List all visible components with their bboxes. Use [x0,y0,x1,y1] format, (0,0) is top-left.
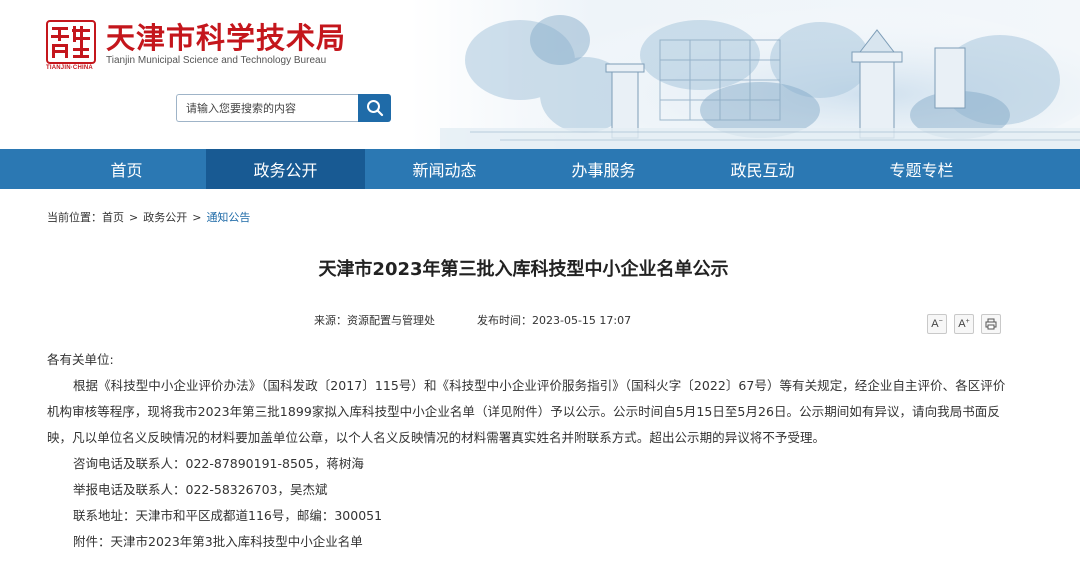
nav-item-special-topics[interactable]: 专题专栏 [842,149,1001,189]
nav-item-news[interactable]: 新闻动态 [365,149,524,189]
breadcrumb-notices[interactable]: 通知公告 [206,209,250,225]
article-title: 天津市2023年第三批入库科技型中小企业名单公示 [318,259,729,280]
article-source: 来源：资源配置与管理处 [314,314,435,327]
breadcrumb-prefix: 当前位置： [47,211,102,224]
site-subtitle: Tianjin Municipal Science and Technology… [106,55,327,66]
print-button[interactable] [981,314,1001,334]
breadcrumb-government-affairs[interactable]: 政务公开 [143,209,187,225]
search-box [176,94,391,122]
nav-item-services[interactable]: 办事服务 [524,149,683,189]
breadcrumb-separator: > [129,210,139,224]
breadcrumb-home[interactable]: 首页 [102,209,124,225]
font-decrease-button[interactable]: A − [927,314,947,334]
search-input[interactable] [176,94,358,122]
search-icon [366,100,383,117]
main-nav: 首页 政务公开 新闻动态 办事服务 政民互动 专题专栏 [0,149,1080,189]
contact-address: 联系地址：天津市和平区成都道116号，邮编：300051 [73,508,383,523]
font-increase-button[interactable]: A + [954,314,974,334]
article-published-time: 发布时间：2023-05-15 17:07 [477,314,632,327]
nav-item-home[interactable]: 首页 [47,149,206,189]
attachment-link[interactable]: 附件：天津市2023年第3批入库科技型中小企业名单 [47,529,1007,555]
nav-item-interaction[interactable]: 政民互动 [683,149,842,189]
search-button[interactable] [358,94,391,122]
nav-item-government-affairs[interactable]: 政务公开 [206,149,365,189]
article-content: 各有关单位: 根据《科技型中小企业评价办法》（国科发政〔2017〕115号）和《… [47,347,1007,555]
article-body-paragraph: 根据《科技型中小企业评价办法》（国科发政〔2017〕115号）和《科技型中小企业… [47,378,1006,445]
article-tools: A − A + [927,314,1001,334]
site-header: TIANJIN·CHINA 天津市科学技术局 Tianjin Municipal… [0,0,1080,149]
contact-consult: 咨询电话及联系人：022-87890191-8505，蒋树海 [73,456,364,471]
contact-report: 举报电话及联系人：022-58326703，吴杰斌 [73,482,328,497]
breadcrumb-separator: > [192,210,202,224]
site-title[interactable]: 天津市科学技术局 [106,20,346,56]
article-salutation: 各有关单位: [47,352,114,367]
seal-caption: TIANJIN·CHINA [46,65,93,71]
breadcrumb: 当前位置： 首页 > 政务公开 > 通知公告 [47,209,250,225]
site-logo-seal [46,20,96,64]
print-icon [985,318,997,330]
article-meta: 来源：资源配置与管理处 发布时间：2023-05-15 17:07 [314,312,631,328]
